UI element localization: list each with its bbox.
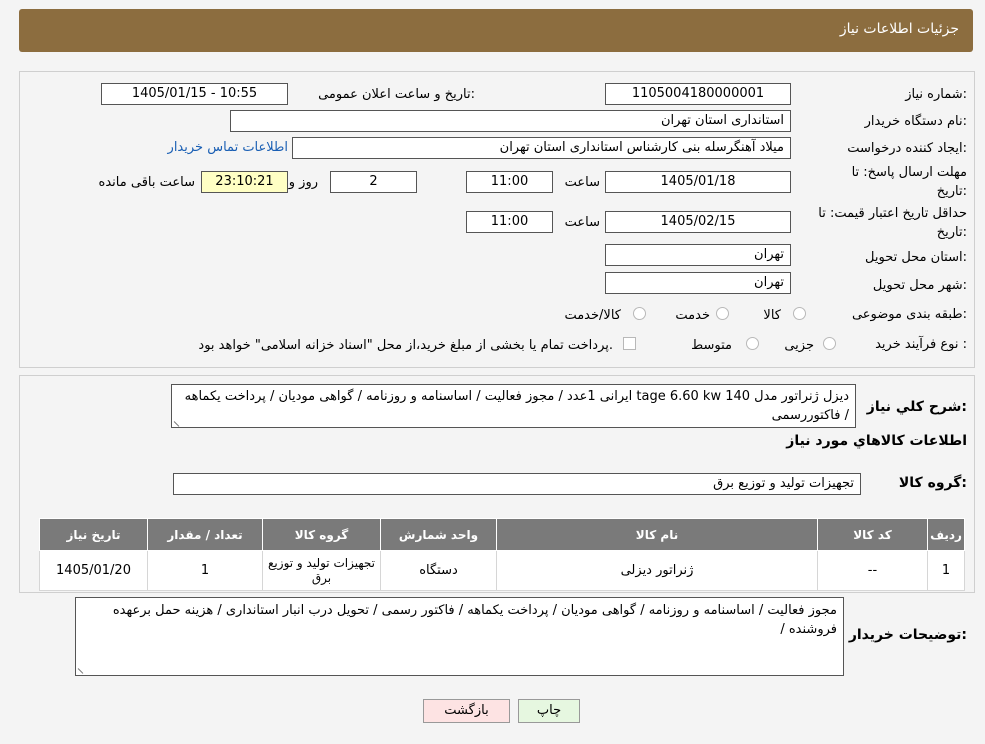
goods-section-title: اطلاعات کالاهاي مورد نياز (786, 433, 967, 449)
category-option-goods: کالا (763, 308, 781, 323)
cell-row: 1 (927, 550, 965, 591)
process-option-medium: متوسط (691, 338, 732, 353)
deadline-label-line2: تاریخ: (936, 184, 967, 199)
print-button[interactable]: چاپ (518, 699, 580, 723)
goods-group-value: تجهیزات تولید و توزیع برق (173, 473, 861, 495)
days-label: روز و (288, 175, 318, 190)
province-label: استان محل تحویل: (865, 250, 967, 265)
cell-code: -- (817, 550, 928, 591)
treasury-payment-note: پرداخت تمام یا بخشی از مبلغ خرید،از محل … (198, 338, 613, 353)
deadline-time: 11:00 (466, 171, 553, 193)
province-value: تهران (605, 244, 791, 266)
deadline-label-line1: مهلت ارسال پاسخ: تا (851, 165, 967, 180)
validity-time: 11:00 (466, 211, 553, 233)
category-option-service: خدمت (675, 308, 710, 323)
buyer-notes-label: توضیحات خریدار: (848, 627, 967, 643)
items-table-header: ردیف کد کالا نام کالا واحد شمارش گروه کا… (39, 518, 965, 551)
category-radio-service[interactable] (716, 307, 729, 320)
validity-date: 1405/02/15 (605, 211, 791, 233)
description-text[interactable]: دیزل ژنراتور مدل tage 6.60 kw 140 ایرانی… (171, 384, 856, 428)
col-code: کد کالا (817, 518, 928, 551)
need-number-label: شماره نیاز: (905, 87, 967, 102)
col-row: ردیف (927, 518, 965, 551)
cell-group: تجهیزات تولید و توزیع برق (262, 550, 381, 591)
remaining-label: ساعت باقی مانده (98, 175, 195, 190)
remaining-time: 23:10:21 (201, 171, 288, 193)
validity-time-label: ساعت (564, 215, 600, 230)
announce-value: 1405/01/15 - 10:55 (101, 83, 288, 105)
deadline-date: 1405/01/18 (605, 171, 791, 193)
cell-unit: دستگاه (380, 550, 497, 591)
creator-value: میلاد آهنگرسله بنی کارشناس استانداری است… (292, 137, 791, 159)
category-option-goods-service: کالا/خدمت (564, 308, 621, 323)
goods-group-label: گروه کالا: (898, 475, 967, 491)
col-unit: واحد شمارش (380, 518, 497, 551)
description-label: شرح کلي نياز: (866, 399, 967, 415)
need-number-value: 1105004180000001 (605, 83, 791, 105)
col-group: گروه کالا (262, 518, 381, 551)
items-table: ردیف کد کالا نام کالا واحد شمارش گروه کا… (39, 518, 965, 591)
buyer-notes-text[interactable]: مجوز فعالیت / اساسنامه و روزنامه / گواهی… (75, 597, 844, 676)
process-label: نوع فرآیند خرید : (875, 337, 967, 352)
city-value: تهران (605, 272, 791, 294)
deadline-time-label: ساعت (564, 175, 600, 190)
creator-label: ایجاد کننده درخواست: (847, 141, 967, 156)
back-button[interactable]: بازگشت (423, 699, 510, 723)
validity-label-line1: حداقل تاریخ اعتبار قیمت: تا (818, 206, 967, 221)
validity-label-line2: تاریخ: (936, 225, 967, 240)
treasury-payment-checkbox[interactable] (623, 337, 636, 350)
city-label: شهر محل تحویل: (872, 278, 967, 293)
col-name: نام کالا (496, 518, 818, 551)
col-quantity: تعداد / مقدار (147, 518, 263, 551)
page-title: جزئیات اطلاعات نیاز (839, 21, 959, 37)
buyer-contact-link[interactable]: اطلاعات تماس خریدار (168, 140, 288, 155)
days-remaining: 2 (330, 171, 417, 193)
category-label: طبقه بندی موضوعی: (851, 307, 967, 322)
process-option-minor: جزیی (784, 338, 814, 353)
buyer-org-value: استانداری استان تهران (230, 110, 791, 132)
process-radio-minor[interactable] (823, 337, 836, 350)
cell-name: ژنراتور دیزلی (496, 550, 818, 591)
page-header: جزئیات اطلاعات نیاز (19, 9, 973, 52)
process-radio-medium[interactable] (746, 337, 759, 350)
buyer-org-label: نام دستگاه خریدار: (864, 114, 967, 129)
announce-label: تاریخ و ساعت اعلان عمومی: (318, 87, 475, 102)
col-need-date: تاریخ نیاز (39, 518, 148, 551)
category-radio-goods[interactable] (793, 307, 806, 320)
table-row: 1 -- ژنراتور دیزلی دستگاه تجهیزات تولید … (39, 550, 965, 591)
cell-need-date: 1405/01/20 (39, 550, 148, 591)
category-radio-goods-service[interactable] (633, 307, 646, 320)
cell-quantity: 1 (147, 550, 263, 591)
